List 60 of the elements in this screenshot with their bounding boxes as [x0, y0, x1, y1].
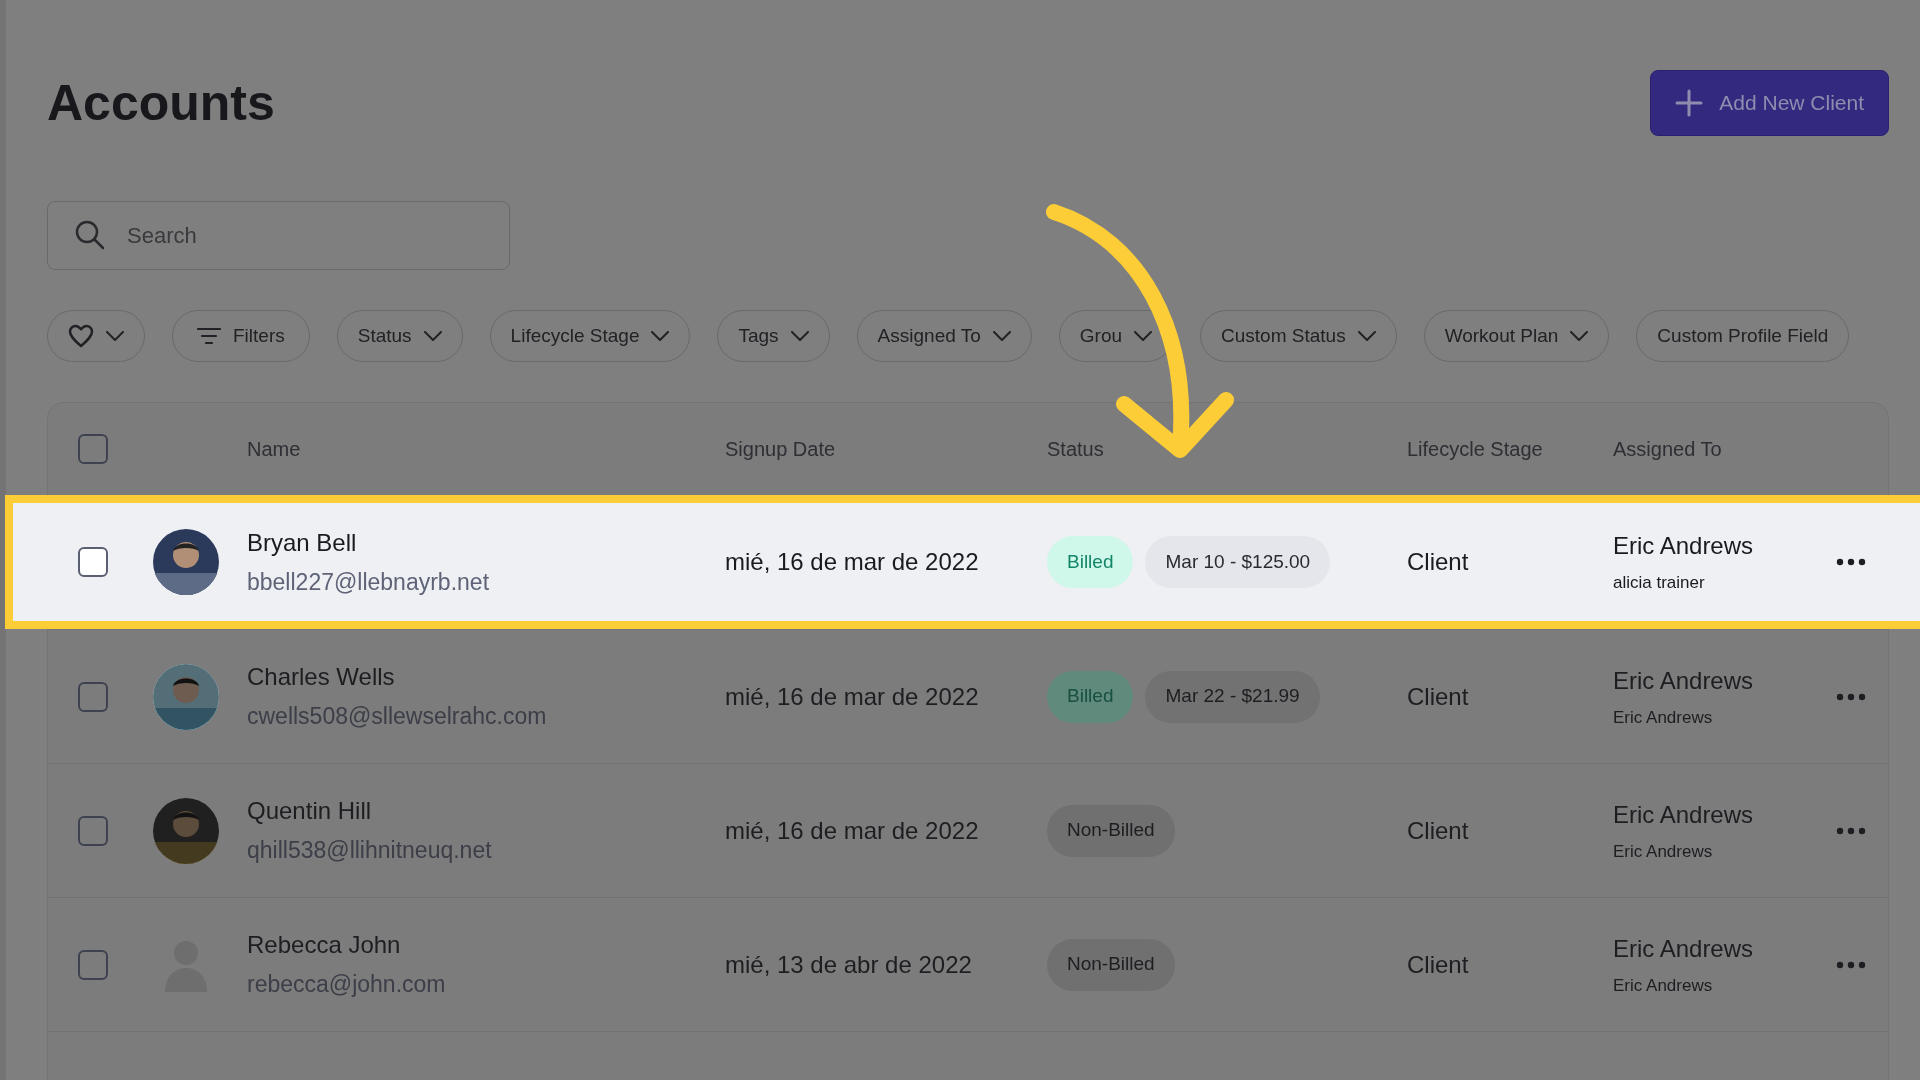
checkbox[interactable] [78, 949, 108, 980]
filter-icon [197, 327, 221, 345]
non-billed-badge: Non-Billed [1047, 804, 1175, 857]
chevron-down-icon [1357, 331, 1376, 341]
column-header: Assigned To [1613, 438, 1722, 460]
billing-plan-badge: Mar 22 - $21.99 [1145, 670, 1320, 723]
assigned-trainer: Eric Andrews [1613, 706, 1713, 729]
client-email: qhill538@llihnitneuq.net [247, 836, 492, 866]
signup-date: mié, 16 de mar de 2022 [725, 548, 979, 575]
table-row[interactable]: Rebecca John rebecca@john.com mié, 13 de abr de 2022 Non-Billed Client Eric Andrews Eric Andrews [48, 897, 1888, 1031]
lifecycle-stage: Client [1407, 548, 1469, 575]
assigned-trainer: Eric Andrews [1613, 974, 1713, 997]
client-name[interactable]: Rebecca John [247, 927, 401, 964]
client-email: bbell227@llebnayrb.net [247, 567, 490, 597]
chevron-down-icon [1570, 331, 1589, 341]
table-row[interactable]: Quentin Hill qhill538@llihnitneuq.net mié, 16 de mar de 2022 Non-Billed Client Eric Andrews Eric Andrews [48, 763, 1888, 897]
signup-date: mié, 13 de abr de 2022 [725, 950, 972, 978]
column-header: Lifecycle Stage [1407, 438, 1543, 460]
signup-date: mié, 16 de mar de 2022 [725, 682, 979, 710]
billed-badge: Billed [1047, 670, 1134, 723]
assigned-trainer: alicia trainer [1613, 572, 1705, 595]
checkbox[interactable] [78, 681, 108, 712]
client-name[interactable]: Charles Wells [247, 659, 395, 696]
client-name[interactable]: Bryan Bell [247, 524, 357, 561]
column-header: Status [1047, 438, 1104, 460]
column-header: Signup Date [725, 438, 836, 460]
signup-date: mié, 16 de mar de 2022 [725, 816, 979, 844]
assigned-coach: Eric Andrews [1613, 933, 1754, 964]
highlighted-table-row[interactable]: Bryan Bell bbell227@llebnayrb.net mié, 16 de mar de 2022 Billed Mar 10 - $125.00 Client Eric Andrews alicia trainer [5, 495, 1920, 629]
assigned-coach: Eric Andrews [1613, 799, 1754, 830]
heart-icon [68, 324, 94, 348]
lifecycle-stage: Client [1407, 950, 1469, 978]
client-email: cwells508@sllewselrahc.com [247, 702, 547, 732]
checkbox[interactable] [78, 434, 108, 464]
search-icon [75, 220, 105, 250]
lifecycle-stage: Client [1407, 816, 1469, 844]
assigned-coach: Eric Andrews [1613, 665, 1754, 696]
chevron-down-icon [106, 331, 124, 341]
chevron-down-icon [651, 331, 670, 341]
checkbox[interactable] [78, 815, 108, 846]
page-title: Accounts [47, 78, 275, 128]
add-new-client-button[interactable]: Add New Client [1650, 70, 1889, 136]
assigned-trainer: Eric Andrews [1613, 840, 1713, 863]
billing-plan-badge: Mar 10 - $125.00 [1145, 536, 1331, 588]
table-row[interactable]: Charles Wells cwells508@sllewselrahc.com mié, 16 de mar de 2022 Billed Mar 22 - $21.99 Client Eric Andrews Eric Andrews [48, 629, 1888, 763]
more-options-icon[interactable] [1835, 558, 1866, 566]
lifecycle-stage: Client [1407, 682, 1469, 710]
client-name[interactable]: Quentin Hill [247, 793, 372, 830]
chevron-down-icon [423, 331, 442, 341]
chevron-down-icon [790, 331, 809, 341]
non-billed-badge: Non-Billed [1047, 938, 1175, 991]
plus-icon [1675, 89, 1704, 117]
chevron-down-icon [992, 331, 1011, 341]
chevron-down-icon [1134, 331, 1153, 341]
search-field[interactable]: Search [47, 201, 510, 270]
checkbox[interactable] [78, 547, 108, 577]
column-header: Name [247, 438, 301, 460]
client-email: rebecca@john.com [247, 970, 446, 1000]
assigned-coach: Eric Andrews [1613, 531, 1754, 562]
billed-badge: Billed [1047, 536, 1134, 588]
